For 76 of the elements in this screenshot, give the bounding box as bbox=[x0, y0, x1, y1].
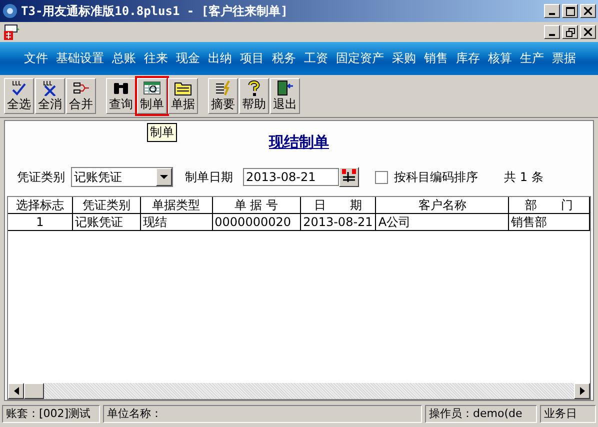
column-header[interactable]: 部 门 bbox=[509, 197, 590, 214]
table-cell: 1 bbox=[8, 214, 73, 231]
column-header[interactable]: 客户名称 bbox=[376, 197, 510, 214]
table-cell: A公司 bbox=[376, 214, 510, 231]
calendar-icon bbox=[341, 169, 357, 183]
menu-item[interactable]: 总账 bbox=[108, 50, 140, 67]
menu-item[interactable]: 出纳 bbox=[204, 50, 236, 67]
voucher-type-dropdown[interactable]: 记账凭证 bbox=[71, 167, 173, 187]
menu-item[interactable]: 票据 bbox=[548, 50, 580, 67]
column-header[interactable]: 单据类型 bbox=[140, 197, 213, 214]
tooltip: 制单 bbox=[147, 123, 177, 142]
page-heading: 现结制单 bbox=[268, 133, 330, 152]
status-field: 业务日 bbox=[540, 405, 596, 423]
minimize-button[interactable] bbox=[544, 4, 560, 18]
menu-item[interactable]: 生产 bbox=[516, 50, 548, 67]
field-label: 凭证类别 bbox=[17, 168, 65, 186]
left-arrow-icon bbox=[14, 387, 18, 395]
merge-icon bbox=[71, 80, 91, 96]
field-label: 制单日期 bbox=[185, 168, 233, 186]
column-header[interactable]: 选择标志 bbox=[8, 197, 73, 214]
menu-item[interactable]: 采购 bbox=[388, 50, 420, 67]
calendar-button[interactable] bbox=[339, 167, 359, 187]
status-field: 操作员：demo(de bbox=[425, 405, 537, 423]
menu-item[interactable]: 基础设置 bbox=[52, 50, 108, 67]
record-count: 共 1 条 bbox=[504, 168, 544, 186]
maximize-button[interactable] bbox=[562, 4, 578, 18]
menu-item[interactable]: 库存 bbox=[452, 50, 484, 67]
toolbar-button[interactable]: 全消 bbox=[35, 78, 65, 114]
menu-item[interactable]: 工资 bbox=[300, 50, 332, 67]
column-header[interactable]: 凭证类别 bbox=[72, 197, 141, 214]
table-cell: 记账凭证 bbox=[72, 214, 141, 231]
sort-checkbox[interactable] bbox=[375, 170, 388, 184]
column-header[interactable]: 单 据 号 bbox=[212, 197, 300, 214]
toolbar-button[interactable]: 全选 bbox=[4, 78, 34, 114]
menu-item[interactable]: 销售 bbox=[420, 50, 452, 67]
date-field[interactable]: 2013-08-21 bbox=[243, 168, 339, 186]
toolbar-button[interactable]: 单据 bbox=[168, 78, 198, 114]
horizontal-scrollbar[interactable] bbox=[8, 383, 590, 399]
table-cell: 现结 bbox=[140, 214, 213, 231]
app-icon bbox=[2, 3, 18, 19]
status-field: 账套：[002]测试 bbox=[2, 405, 100, 423]
toolbar-button[interactable]: 退出 bbox=[270, 78, 300, 114]
menu-item[interactable]: 现金 bbox=[172, 50, 204, 67]
menu-item[interactable]: 税务 bbox=[268, 50, 300, 67]
table-cell: 2013-08-21 bbox=[300, 214, 376, 231]
menu-item[interactable]: 文件 bbox=[20, 50, 52, 67]
right-arrow-icon bbox=[580, 387, 584, 395]
close-icon bbox=[584, 28, 592, 36]
menu-item[interactable]: 往来 bbox=[140, 50, 172, 67]
column-header[interactable]: 日 期 bbox=[300, 197, 376, 214]
toolbar-button[interactable]: 摘要 bbox=[208, 78, 238, 114]
table-cell: 销售部 bbox=[509, 214, 590, 231]
toolbar-button[interactable]: 合并 bbox=[66, 78, 96, 114]
status-field: 单位名称： bbox=[103, 405, 422, 423]
toolbar-button[interactable]: 查询 bbox=[106, 78, 136, 114]
table-icon bbox=[142, 80, 162, 96]
table-cell: 0000000020 bbox=[212, 214, 300, 231]
minimize-button[interactable] bbox=[544, 25, 560, 39]
restore-icon bbox=[566, 28, 574, 36]
maximize-icon bbox=[566, 6, 574, 16]
window-title: T3-用友通标准版10.8plus1 - [客户往来制单] bbox=[21, 2, 288, 20]
menu-item[interactable]: 项目 bbox=[236, 50, 268, 67]
scrollbar-thumb[interactable] bbox=[24, 383, 44, 399]
close-button[interactable] bbox=[580, 25, 596, 39]
checkbox-label: 按科目编码排序 bbox=[394, 168, 478, 186]
document-icon bbox=[2, 23, 20, 41]
menu-item[interactable]: 固定资产 bbox=[332, 50, 388, 67]
close-button[interactable] bbox=[580, 4, 596, 18]
dropdown-arrow-icon bbox=[160, 174, 168, 180]
exit-door-icon bbox=[275, 80, 295, 96]
restore-button[interactable] bbox=[562, 25, 578, 39]
close-icon bbox=[584, 7, 592, 15]
menu-item[interactable]: 核算 bbox=[484, 50, 516, 67]
toolbar-button[interactable]: 帮助 bbox=[239, 78, 269, 114]
folder-icon bbox=[173, 80, 193, 96]
toolbar-button[interactable]: 制单 bbox=[137, 78, 167, 114]
